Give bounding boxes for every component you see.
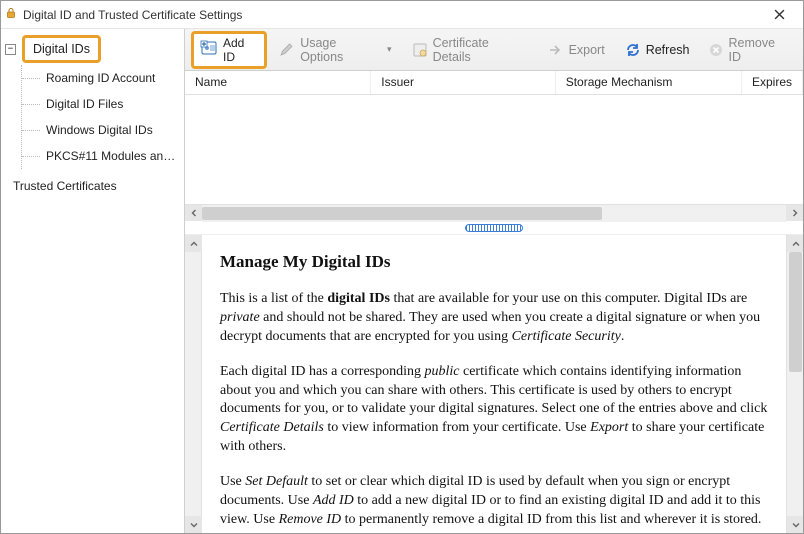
sidebar-item-digital-id-files[interactable]: Digital ID Files [22, 91, 182, 117]
chevron-left-icon [190, 209, 198, 217]
sidebar-root-digital-ids[interactable]: Digital IDs [22, 35, 101, 63]
help-p2: Each digital ID has a corresponding publ… [220, 363, 768, 457]
help-p1: This is a list of the digital IDs that a… [220, 290, 768, 347]
close-icon [774, 9, 785, 20]
sidebar-root-label: Digital IDs [33, 42, 90, 56]
help-heading: Manage My Digital IDs [220, 251, 768, 274]
col-expires[interactable]: Expires [742, 71, 803, 94]
right-vertical-scrollbar[interactable] [786, 235, 803, 533]
left-vertical-scrollbar[interactable] [185, 235, 202, 533]
remove-id-label: Remove ID [728, 36, 789, 64]
right-pane: Add ID Usage Options ▾ Certificate Detai… [185, 29, 803, 533]
table-body-empty [185, 95, 803, 204]
tree-collapse-toggle[interactable]: − [5, 44, 16, 55]
lock-icon [5, 7, 17, 22]
hscroll-track[interactable] [202, 205, 786, 222]
certificate-icon [412, 42, 428, 58]
export-label: Export [569, 43, 605, 57]
remove-icon [709, 43, 723, 57]
sidebar-item-trusted-certificates[interactable]: Trusted Certificates [3, 169, 182, 199]
settings-window: Digital ID and Trusted Certificate Setti… [0, 0, 804, 534]
sidebar-item-roaming-id-accounts[interactable]: Roaming ID Account [22, 65, 182, 91]
content-area: − Digital IDs Roaming ID Account Digital… [1, 29, 803, 533]
table-header-row: Name Issuer Storage Mechanism Expires [185, 71, 803, 95]
window-title: Digital ID and Trusted Certificate Setti… [23, 8, 759, 22]
refresh-button[interactable]: Refresh [617, 38, 698, 62]
scroll-left-button[interactable] [185, 205, 202, 222]
chevron-down-icon [190, 521, 198, 529]
refresh-icon [625, 42, 641, 58]
help-pane: Manage My Digital IDs This is a list of … [185, 235, 803, 533]
col-issuer[interactable]: Issuer [371, 71, 555, 94]
certificate-details-button[interactable]: Certificate Details [404, 32, 536, 68]
col-name[interactable]: Name [185, 71, 371, 94]
usage-options-label: Usage Options [300, 36, 380, 64]
remove-id-button[interactable]: Remove ID [701, 32, 797, 68]
chevron-up-icon [190, 240, 198, 248]
scroll-up-button[interactable] [185, 235, 202, 252]
pane-splitter[interactable] [185, 221, 803, 235]
sidebar-item-pkcs11-modules[interactable]: PKCS#11 Modules and Tokens [22, 143, 182, 169]
sidebar-item-windows-digital-ids[interactable]: Windows Digital IDs [22, 117, 182, 143]
scroll-up-button[interactable] [787, 235, 803, 252]
add-id-icon [200, 39, 218, 60]
hscroll-thumb[interactable] [202, 207, 602, 220]
chevron-down-icon: ▾ [387, 44, 392, 55]
certificate-details-label: Certificate Details [433, 36, 528, 64]
refresh-label: Refresh [646, 43, 690, 57]
splitter-grip[interactable] [465, 224, 523, 232]
chevron-up-icon [792, 240, 800, 248]
right-vscroll-track[interactable] [787, 252, 803, 516]
left-vscroll-track[interactable] [185, 252, 201, 516]
chevron-right-icon [791, 209, 799, 217]
usage-options-button[interactable]: Usage Options ▾ [271, 32, 399, 68]
export-icon [548, 42, 564, 58]
horizontal-scrollbar[interactable] [185, 204, 803, 221]
sidebar: − Digital IDs Roaming ID Account Digital… [1, 29, 185, 533]
right-vscroll-thumb[interactable] [789, 252, 802, 372]
toolbar: Add ID Usage Options ▾ Certificate Detai… [185, 29, 803, 71]
chevron-down-icon [792, 521, 800, 529]
col-storage[interactable]: Storage Mechanism [556, 71, 742, 94]
sidebar-children: Roaming ID Account Digital ID Files Wind… [21, 65, 182, 169]
export-button[interactable]: Export [540, 38, 613, 62]
close-button[interactable] [759, 5, 799, 25]
add-id-button[interactable]: Add ID [191, 31, 267, 69]
scroll-down-button[interactable] [787, 516, 803, 533]
scroll-right-button[interactable] [786, 205, 803, 222]
id-table: Name Issuer Storage Mechanism Expires [185, 71, 803, 221]
add-id-label: Add ID [223, 36, 258, 64]
help-text: Manage My Digital IDs This is a list of … [202, 235, 786, 533]
pencil-icon [279, 42, 295, 58]
titlebar: Digital ID and Trusted Certificate Setti… [1, 1, 803, 29]
help-p3: Use Set Default to set or clear which di… [220, 473, 768, 530]
scroll-down-button[interactable] [185, 516, 202, 533]
